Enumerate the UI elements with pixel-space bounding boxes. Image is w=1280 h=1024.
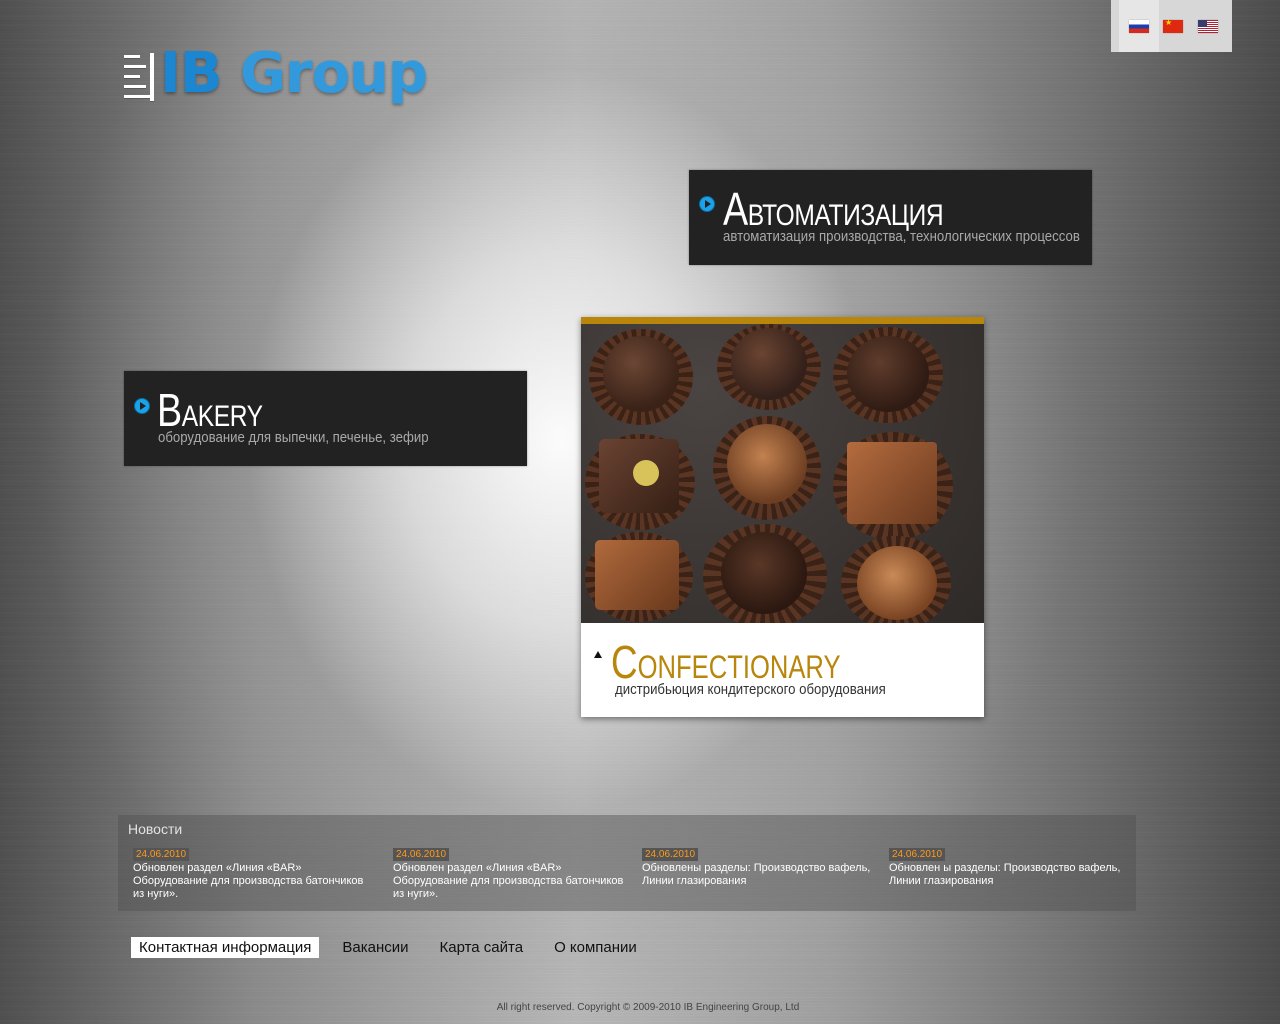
copyright-text: All right reserved. Copyright © 2009-201… — [496, 1002, 800, 1013]
news-text: Обновлен ы разделы: Производство вафель,… — [889, 862, 1121, 887]
news-date: 24.06.2010 — [642, 848, 699, 861]
bakery-subtitle: оборудование для выпечки, печенье, зефир — [158, 429, 429, 446]
logo-group: Group — [240, 41, 428, 106]
confectionary-label: CONFECTIONARY дистрибьюция кондитерского… — [581, 623, 984, 717]
nav-contacts-link[interactable]: Контактная информация — [131, 937, 320, 958]
confectionary-subtitle: дистрибьюция кондитерского оборудования — [615, 681, 886, 698]
play-arrow-icon — [134, 398, 150, 414]
news-panel: Новости 24.06.2010 Обновлен раздел «Лини… — [118, 815, 1136, 911]
news-text: Обновлены разделы: Производство вафель, … — [642, 862, 871, 887]
bakery-section-link[interactable]: BAKERY оборудование для выпечки, печенье… — [124, 371, 527, 466]
logo-mark-icon — [124, 49, 158, 101]
chocolates-photo — [581, 324, 984, 623]
automation-section-link[interactable]: АВТОМАТИЗАЦИЯ автоматизация производства… — [689, 170, 1092, 265]
lang-us-button[interactable] — [1188, 0, 1228, 52]
nav-about-link[interactable]: О компании — [546, 937, 645, 958]
news-item[interactable]: 24.06.2010 Обновлен раздел «Линия «BAR» … — [133, 848, 373, 901]
news-item[interactable]: 24.06.2010 Обновлен раздел «Линия «BAR» … — [393, 848, 633, 901]
news-item[interactable]: 24.06.2010 Обновлены разделы: Производст… — [642, 848, 882, 888]
accent-bar — [581, 317, 984, 324]
site-logo[interactable]: IB Group — [124, 41, 428, 106]
lang-cn-button[interactable] — [1153, 0, 1193, 52]
triangle-up-icon — [594, 651, 602, 658]
play-arrow-icon — [699, 196, 715, 212]
news-date: 24.06.2010 — [393, 848, 450, 861]
news-date: 24.06.2010 — [133, 848, 190, 861]
news-text: Обновлен раздел «Линия «BAR» Оборудовани… — [393, 862, 624, 900]
news-heading: Новости — [128, 821, 183, 837]
logo-text: IB Group — [160, 41, 428, 106]
footer-nav: Контактная информация Вакансии Карта сай… — [131, 937, 660, 958]
logo-ib: IB — [160, 41, 223, 106]
news-item[interactable]: 24.06.2010 Обновлен ы разделы: Производс… — [889, 848, 1129, 888]
flag-china-icon — [1163, 18, 1183, 33]
news-date: 24.06.2010 — [889, 848, 946, 861]
automation-subtitle: автоматизация производства, технологичес… — [723, 228, 1080, 245]
nav-vacancies-link[interactable]: Вакансии — [334, 937, 416, 958]
language-switcher — [1111, 0, 1232, 52]
news-text: Обновлен раздел «Линия «BAR» Оборудовани… — [133, 862, 364, 900]
confectionary-section-link[interactable]: CONFECTIONARY дистрибьюция кондитерского… — [581, 317, 984, 717]
nav-sitemap-link[interactable]: Карта сайта — [432, 937, 532, 958]
flag-usa-icon — [1198, 19, 1218, 33]
flag-russia-icon — [1129, 19, 1149, 33]
